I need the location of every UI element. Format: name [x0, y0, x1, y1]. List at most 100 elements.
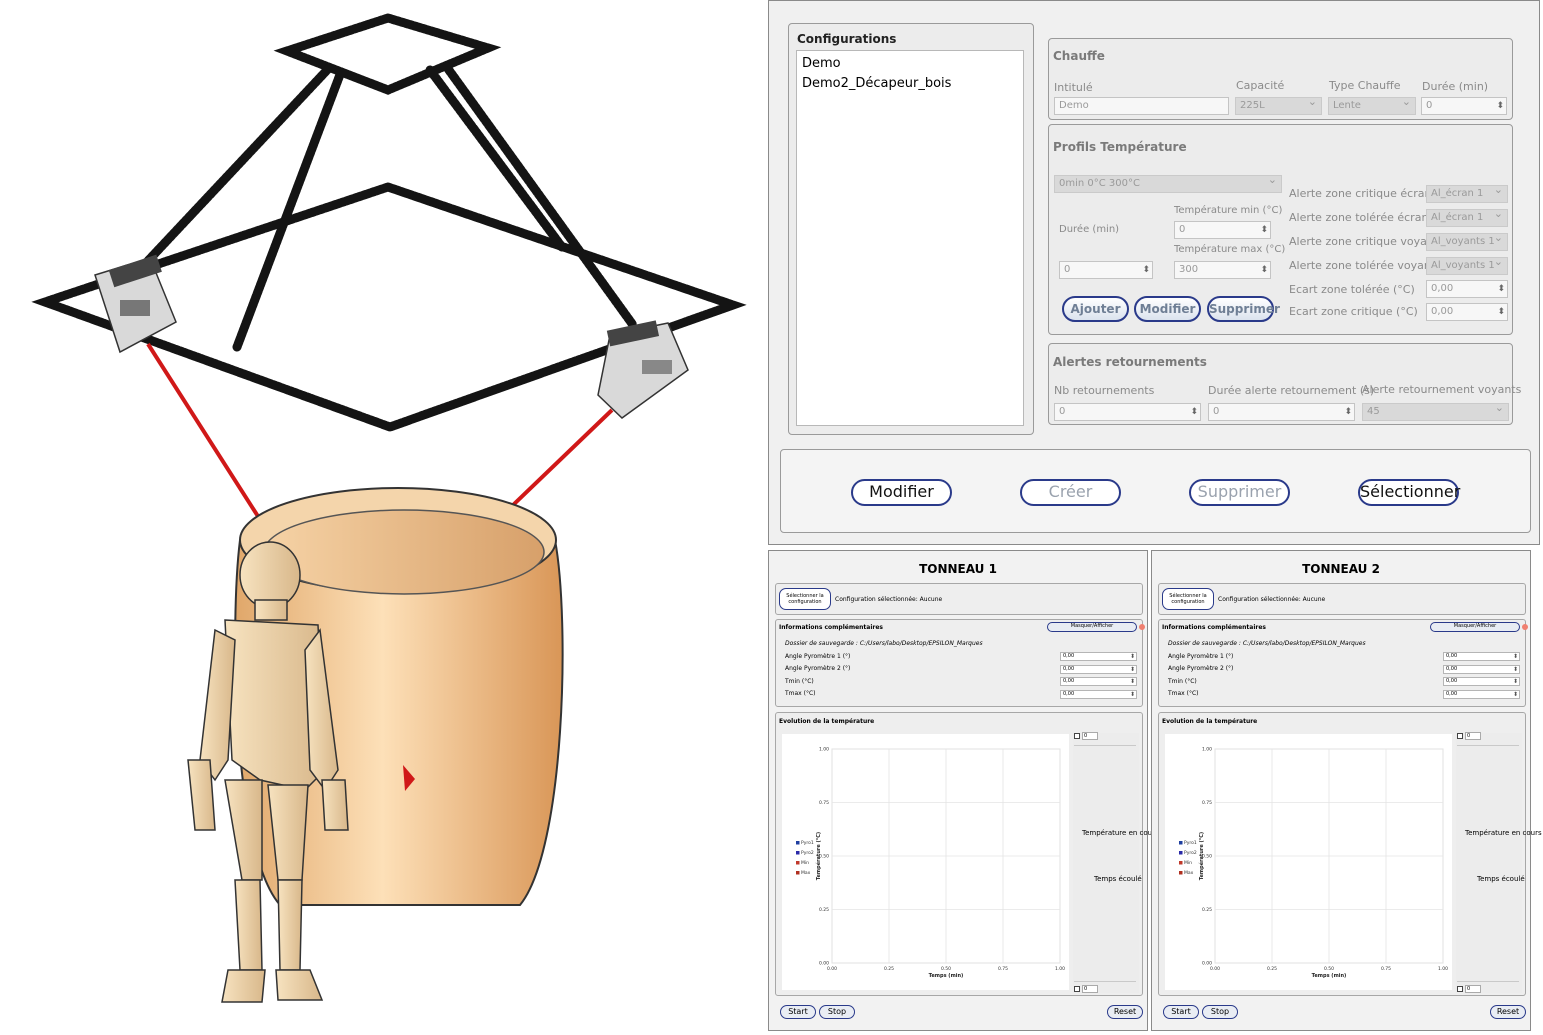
y-tick-label: 0.75: [1202, 800, 1212, 806]
legend-entry: Min: [1184, 860, 1192, 866]
field-label: Angle Pyromètre 1 (°): [785, 653, 851, 660]
masquer-afficher-button[interactable]: Masquer/Afficher: [1047, 622, 1137, 632]
x-axis-label: Temps (min): [1312, 973, 1347, 979]
info-title: Informations complémentaires: [1162, 624, 1266, 631]
evolution-title: Evolution de la température: [779, 718, 875, 725]
reset-button[interactable]: Reset: [1490, 1005, 1526, 1019]
divider: [1074, 981, 1136, 982]
alert-select[interactable]: Al_voyants 1: [1426, 232, 1508, 251]
selectionner-button[interactable]: Sélectionner: [1358, 479, 1460, 506]
supprimer-button[interactable]: Supprimer: [1189, 479, 1290, 506]
divider: [1074, 745, 1136, 746]
field-label: Angle Pyromètre 2 (°): [785, 665, 851, 672]
stop-button[interactable]: Stop: [1202, 1005, 1238, 1019]
x-axis-label: Temps (min): [929, 973, 964, 979]
modifier-profile-button[interactable]: Modifier: [1134, 296, 1201, 322]
divider: [1457, 981, 1519, 982]
x-tick-label: 0.25: [884, 966, 894, 972]
bottom-spinbox[interactable]: 0: [1082, 985, 1098, 993]
legend-entry: Pyro2: [1184, 850, 1197, 856]
top-spinbox[interactable]: 0: [1082, 732, 1098, 740]
voyants-retournement-select[interactable]: 45: [1362, 402, 1509, 421]
stop-button[interactable]: Stop: [819, 1005, 855, 1019]
x-tick-label: 1.00: [1438, 966, 1448, 972]
ecart-spinbox[interactable]: 0,00: [1426, 280, 1508, 298]
status-indicator-icon: [1139, 624, 1145, 630]
field-spinbox[interactable]: 0,00: [1443, 665, 1520, 674]
dossier-path: Dossier de sauvegarde : C:/Users/labo/De…: [785, 640, 983, 647]
retournements-title: Alertes retournements: [1053, 355, 1207, 369]
pyrometer-setup-illustration: [31, 13, 747, 1003]
status-indicator-icon: [1522, 624, 1528, 630]
ecart-spinbox[interactable]: 0,00: [1426, 303, 1508, 321]
field-spinbox[interactable]: 0,00: [1060, 690, 1137, 699]
field-spinbox[interactable]: 0,00: [1443, 677, 1520, 686]
x-tick-label: 0.75: [998, 966, 1008, 972]
field-spinbox[interactable]: 0,00: [1443, 652, 1520, 661]
pyrometer-left: [94, 254, 177, 354]
ajouter-button[interactable]: Ajouter: [1062, 296, 1129, 322]
field-spinbox[interactable]: 0,00: [1060, 652, 1137, 661]
tonneau-title: TONNEAU 1: [919, 562, 997, 576]
legend-swatch: [796, 861, 800, 865]
masquer-afficher-button[interactable]: Masquer/Afficher: [1430, 622, 1520, 632]
profils-temperature-group: Profils Température 0min 0°C 300°C Durée…: [1048, 124, 1513, 335]
field-spinbox[interactable]: 0,00: [1060, 665, 1137, 674]
temperature-chart: 0.00 0.25 0.50 0.75 1.000.000.250.500.751.00…: [796, 747, 1065, 979]
top-checkbox[interactable]: [1074, 733, 1080, 739]
chauffe-group: Chauffe Intitulé Demo Capacité 225L Type…: [1048, 38, 1513, 120]
evolution-box: Evolution de la température 0.00 0.25 0.50…: [775, 712, 1159, 996]
field-spinbox[interactable]: 0,00: [1060, 677, 1137, 686]
duree-spinbox[interactable]: 0: [1421, 97, 1507, 115]
reset-button[interactable]: Reset: [1107, 1005, 1143, 1019]
legend-entry: Min: [801, 860, 809, 866]
configurations-title: Configurations: [797, 32, 897, 46]
top-checkbox[interactable]: [1457, 733, 1463, 739]
y-axis-label: Température (°C): [1198, 832, 1205, 880]
profil-duree-spinbox[interactable]: 0: [1059, 261, 1153, 279]
alert-label: Alerte zone critique écran: [1289, 187, 1432, 200]
alert-select[interactable]: Al_écran 1: [1426, 208, 1508, 227]
tmin-spinbox[interactable]: 0: [1174, 221, 1271, 239]
legend-entry: Pyro2: [801, 850, 814, 856]
alert-label: Alerte zone critique voyants: [1289, 235, 1444, 248]
field-label: Tmin (°C): [1168, 678, 1197, 685]
bottom-checkbox[interactable]: [1074, 986, 1080, 992]
creer-button[interactable]: Créer: [1020, 479, 1121, 506]
list-item[interactable]: Demo2_Décapeur_bois: [802, 76, 951, 91]
x-tick-label: 0.00: [1210, 966, 1220, 972]
bottom-spinbox[interactable]: 0: [1465, 985, 1481, 993]
start-button[interactable]: Start: [780, 1005, 816, 1019]
legend-swatch: [1179, 841, 1183, 845]
nb-retournements-spinbox[interactable]: 0: [1054, 403, 1201, 421]
profile-select[interactable]: 0min 0°C 300°C: [1054, 174, 1282, 193]
field-label: Angle Pyromètre 2 (°): [1168, 665, 1234, 672]
pyrometer-right: [597, 320, 689, 419]
select-configuration-button[interactable]: Sélectionner la configuration: [1162, 588, 1214, 610]
tmin-label: Température min (°C): [1174, 205, 1283, 216]
top-spinbox[interactable]: 0: [1465, 732, 1481, 740]
bottom-checkbox[interactable]: [1457, 986, 1463, 992]
supprimer-profile-button[interactable]: Supprimer: [1207, 296, 1280, 322]
capacite-select[interactable]: 225L: [1235, 96, 1322, 115]
duree-retournement-spinbox[interactable]: 0: [1208, 403, 1355, 421]
y-tick-label: 1.00: [819, 747, 829, 753]
field-spinbox[interactable]: 0,00: [1443, 690, 1520, 699]
list-item[interactable]: Demo: [802, 56, 841, 71]
type-chauffe-select[interactable]: Lente: [1328, 96, 1416, 115]
legend-swatch: [1179, 851, 1183, 855]
legend-entry: Max: [1184, 870, 1194, 876]
intitule-field[interactable]: Demo: [1054, 97, 1229, 115]
alert-select[interactable]: Al_écran 1: [1426, 184, 1508, 203]
action-bar: Modifier Créer Supprimer Sélectionner: [780, 449, 1531, 533]
voyants-retournement-label: Alerte retournement voyants: [1362, 383, 1522, 396]
alert-select[interactable]: Al_voyants 1: [1426, 256, 1508, 275]
legend-swatch: [1179, 861, 1183, 865]
profil-duree-label: Durée (min): [1059, 224, 1120, 235]
modifier-button[interactable]: Modifier: [851, 479, 952, 506]
start-button[interactable]: Start: [1163, 1005, 1199, 1019]
select-configuration-button[interactable]: Sélectionner la configuration: [779, 588, 831, 610]
tonneau-title: TONNEAU 2: [1302, 562, 1380, 576]
configurations-list[interactable]: Demo Demo2_Décapeur_bois: [796, 50, 1024, 426]
tmax-spinbox[interactable]: 300: [1174, 261, 1271, 279]
